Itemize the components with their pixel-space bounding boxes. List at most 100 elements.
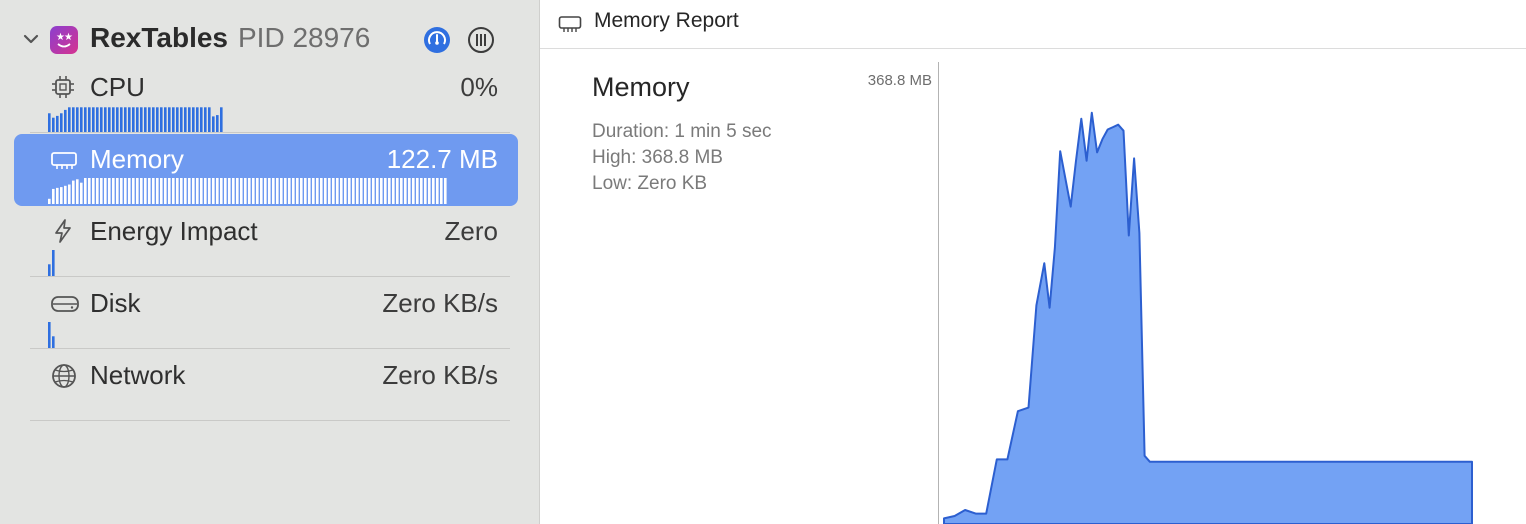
cpu-spark-bar [96, 107, 99, 132]
pause-process-button[interactable] [467, 26, 495, 54]
memory-spark-bar [48, 198, 51, 204]
cpu-spark-bar [148, 107, 151, 132]
memory-spark-bar [208, 178, 211, 204]
process-name: RexTables [90, 22, 228, 53]
memory-spark-bar [96, 178, 99, 204]
memory-spark-bar [428, 178, 431, 204]
svg-text:★: ★ [64, 32, 73, 43]
cpu-spark-bar [48, 113, 51, 132]
cpu-spark-bar [124, 107, 127, 132]
memory-spark-bar [396, 178, 399, 204]
memory-spark-bar [112, 178, 115, 204]
sidebar: ★ ★ RexTables PID 28976 CPU 0% Memory 12… [0, 0, 540, 524]
memory-spark-bar [420, 178, 423, 204]
cpu-spark-bar [220, 107, 223, 132]
memory-spark-bar [128, 178, 131, 204]
memory-spark-bar [256, 178, 259, 204]
memory-spark-bar [204, 178, 207, 204]
cpu-spark-bar [144, 107, 147, 132]
memory-spark-bar [196, 178, 199, 204]
memory-spark-bar [228, 178, 231, 204]
cpu-spark-bar [164, 107, 167, 132]
cpu-spark-bar [188, 107, 191, 132]
gauge-icon [428, 31, 446, 45]
memory-spark-bar [108, 178, 111, 204]
memory-spark-bar [188, 178, 191, 204]
memory-spark-bar [332, 178, 335, 204]
memory-spark-bar [176, 178, 179, 204]
memory-spark-bar [424, 178, 427, 204]
memory-spark-bar [140, 178, 143, 204]
memory-spark-bar [72, 180, 75, 204]
memory-spark-bar [252, 178, 255, 204]
low-stat: Low: Zero KB [592, 173, 708, 194]
y-axis-max-label: 368.8 MB [867, 72, 932, 89]
memory-spark-bar [224, 178, 227, 204]
network-sparkline [48, 350, 508, 422]
memory-spark-bar [104, 178, 107, 204]
cpu-spark-bar [64, 109, 67, 132]
process-pid: PID 28976 [238, 22, 371, 53]
cpu-gauge[interactable]: CPU 0% [14, 62, 518, 134]
memory-spark-bar [388, 178, 391, 204]
memory-spark-bar [348, 178, 351, 204]
disk-gauge[interactable]: Disk Zero KB/s [14, 278, 518, 350]
cpu-spark-bar [84, 107, 87, 132]
memory-spark-bar [344, 178, 347, 204]
memory-spark-bar [92, 178, 95, 204]
network-gauge[interactable]: Network Zero KB/s [14, 350, 518, 422]
memory-spark-bar [280, 178, 283, 204]
inspect-gauge-button[interactable] [424, 27, 450, 53]
memory-spark-bar [124, 178, 127, 204]
memory-spark-bar [264, 178, 267, 204]
memory-spark-bar [172, 178, 175, 204]
memory-spark-bar [164, 178, 167, 204]
memory-spark-bar [320, 178, 323, 204]
memory-spark-bar [380, 178, 383, 204]
process-row[interactable]: ★ ★ RexTables PID 28976 [0, 14, 539, 64]
memory-spark-bar [444, 178, 447, 204]
memory-spark-bar [416, 178, 419, 204]
high-stat: High: 368.8 MB [592, 147, 723, 168]
cpu-spark-bar [52, 117, 55, 132]
memory-spark-bar [324, 178, 327, 204]
memory-spark-bar [260, 178, 263, 204]
cpu-spark-bar [104, 107, 107, 132]
memory-spark-bar [220, 178, 223, 204]
memory-spark-bar [336, 178, 339, 204]
memory-spark-bar [408, 178, 411, 204]
memory-report-pane: Memory Report Memory Duration: 1 min 5 s… [540, 0, 1526, 524]
memory-spark-bar [352, 178, 355, 204]
cpu-spark-bar [136, 107, 139, 132]
cpu-spark-bar [192, 107, 195, 132]
cpu-spark-bar [200, 107, 203, 132]
memory-spark-bar [288, 178, 291, 204]
memory-spark-bar [144, 178, 147, 204]
memory-spark-bar [276, 178, 279, 204]
energy-gauge[interactable]: Energy Impact Zero [14, 206, 518, 278]
memory-spark-bar [84, 178, 87, 204]
memory-spark-bar [328, 178, 331, 204]
cpu-spark-bar [204, 107, 207, 132]
memory-spark-bar [236, 178, 239, 204]
memory-spark-bar [212, 178, 215, 204]
memory-gauge[interactable]: Memory 122.7 MB [14, 134, 518, 206]
memory-spark-bar [360, 178, 363, 204]
memory-chip-icon [558, 16, 582, 32]
memory-spark-bar [136, 178, 139, 204]
cpu-spark-bar [88, 107, 91, 132]
cpu-spark-bar [76, 107, 79, 132]
memory-spark-bar [76, 179, 79, 204]
memory-spark-bar [272, 178, 275, 204]
memory-spark-bar [200, 178, 203, 204]
cpu-spark-bar [152, 107, 155, 132]
memory-spark-bar [168, 178, 171, 204]
cpu-spark-bar [176, 107, 179, 132]
app-icon: ★ ★ [50, 26, 78, 54]
cpu-spark-bar [68, 107, 71, 132]
energy-spark-bar [52, 250, 55, 276]
memory-spark-bar [148, 178, 151, 204]
memory-spark-bar [292, 178, 295, 204]
chevron-down-icon[interactable] [22, 30, 40, 48]
memory-spark-bar [376, 178, 379, 204]
